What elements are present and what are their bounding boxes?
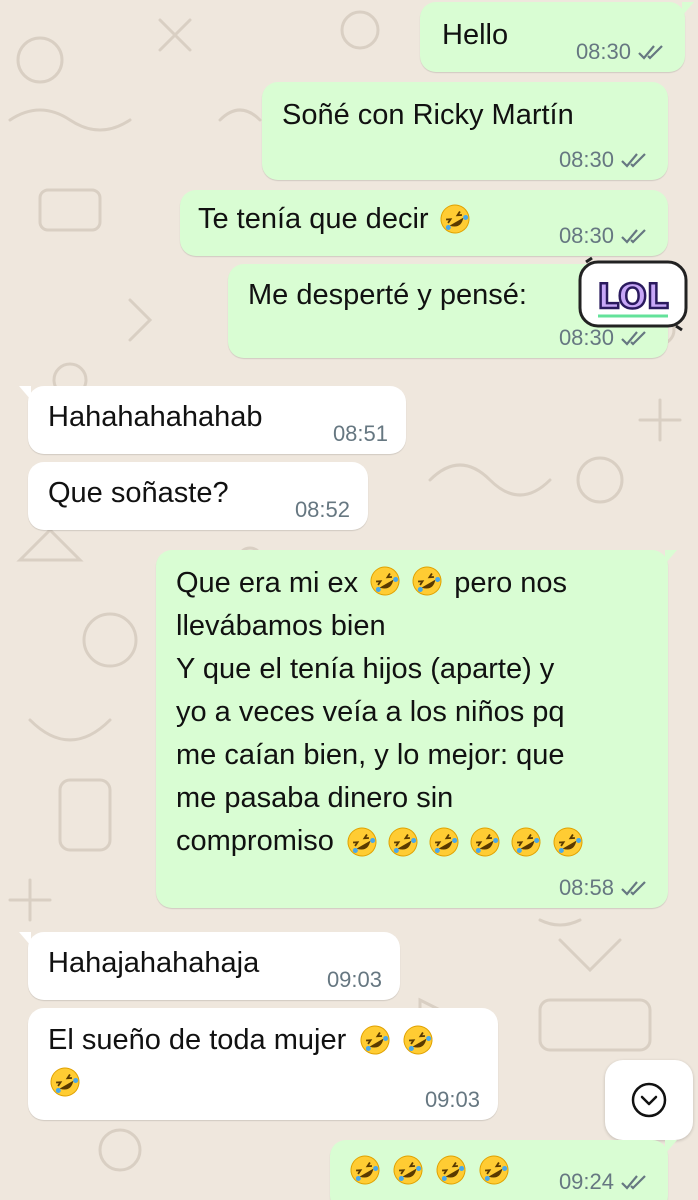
rolling-on-floor-laughing-emoji <box>350 1155 380 1185</box>
message-text: El sueño de toda mujer <box>48 1024 347 1056</box>
message-time: 08:30 <box>558 223 614 248</box>
double-check-icon <box>621 881 646 896</box>
emoji-group <box>348 1154 511 1186</box>
double-check-icon <box>638 45 663 60</box>
message-text: Hello <box>442 19 509 51</box>
double-check-icon <box>621 1175 646 1190</box>
message-bubble-outgoing[interactable]: Te tenía que decir 08:30 <box>180 190 668 256</box>
message-text: Soñé con Ricky Martín <box>282 99 574 131</box>
message-meta: 08:30 <box>576 38 667 66</box>
message-bubble-incoming[interactable]: El sueño de toda mujer 09:03 <box>28 1008 498 1120</box>
message-text: Hahahahahahab <box>48 401 263 433</box>
message-bubble-incoming[interactable]: Que soñaste? 08:52 <box>28 462 368 530</box>
message-time: 09:03 <box>424 1087 480 1112</box>
rolling-on-floor-laughing-emoji <box>412 566 442 596</box>
message-line: Que era mi ex pero nos <box>176 562 585 605</box>
message-text-block: Que era mi ex pero nos llevábamos bien Y… <box>176 562 585 863</box>
message-line: compromiso <box>176 820 585 863</box>
message-text: Me desperté y pensé: <box>248 279 527 311</box>
rolling-on-floor-laughing-emoji <box>436 1155 466 1185</box>
rolling-on-floor-laughing-emoji <box>479 1155 509 1185</box>
message-line: llevábamos bien <box>176 610 386 642</box>
rolling-on-floor-laughing-emoji <box>429 827 459 856</box>
message-bubble-outgoing[interactable]: 09:24 <box>330 1140 677 1200</box>
message-bubble-incoming[interactable]: Hahahahahahab 08:51 <box>19 386 406 454</box>
emoji-group <box>368 562 444 605</box>
double-check-icon <box>621 153 646 168</box>
emoji-group <box>346 826 585 858</box>
lol-sticker: LOL <box>578 256 688 332</box>
message-meta: 08:30 <box>559 146 650 174</box>
rolling-on-floor-laughing-emoji <box>553 827 583 856</box>
message-bubble-outgoing[interactable]: Hello 08:30 <box>420 2 694 72</box>
message-text: compromiso <box>176 825 334 857</box>
message-time: 08:58 <box>558 875 614 900</box>
message-meta: 09:03 <box>425 1086 480 1114</box>
message-line: Y que el tenía hijos (aparte) y <box>176 653 555 685</box>
message-line: me caían bien, y lo mejor: que <box>176 739 565 771</box>
message-time: 08:30 <box>558 147 614 172</box>
rolling-on-floor-laughing-emoji <box>360 1025 390 1055</box>
message-text-row: Te tenía que decir <box>198 198 472 240</box>
double-check-icon <box>621 229 646 244</box>
emoji-group <box>358 1024 435 1056</box>
message-text: Te tenía que decir <box>198 203 429 235</box>
message-text: Que soñaste? <box>48 477 229 509</box>
message-meta: 08:52 <box>295 496 350 524</box>
rolling-on-floor-laughing-emoji <box>403 1025 433 1055</box>
message-time: 08:30 <box>575 39 631 64</box>
message-line <box>48 1062 435 1106</box>
rolling-on-floor-laughing-emoji <box>440 204 470 234</box>
chevron-down-icon <box>631 1082 667 1118</box>
message-meta: 08:30 <box>559 222 650 250</box>
rolling-on-floor-laughing-emoji <box>50 1067 80 1097</box>
message-line: El sueño de toda mujer <box>48 1018 435 1062</box>
rolling-on-floor-laughing-emoji <box>388 827 418 856</box>
message-time: 09:24 <box>558 1169 614 1194</box>
message-time: 08:51 <box>332 421 388 446</box>
message-text: Hahajahahahaja <box>48 947 260 979</box>
message-meta: 08:51 <box>333 420 388 448</box>
message-bubble-outgoing[interactable]: Soñé con Ricky Martín 08:30 <box>262 82 668 180</box>
message-bubble-outgoing[interactable]: Que era mi ex pero nos llevábamos bien Y… <box>156 550 677 908</box>
message-meta: 08:58 <box>559 874 650 902</box>
message-line: me pasaba dinero sin <box>176 782 454 814</box>
scroll-to-bottom-button[interactable] <box>605 1060 693 1140</box>
rolling-on-floor-laughing-emoji <box>470 827 500 856</box>
message-text: Que era mi ex <box>176 567 359 599</box>
message-line: yo a veces veía a los niños pq <box>176 696 565 728</box>
rolling-on-floor-laughing-emoji <box>511 827 541 856</box>
rolling-on-floor-laughing-emoji <box>347 827 377 856</box>
message-time: 09:03 <box>326 967 382 992</box>
message-meta: 09:03 <box>327 966 382 994</box>
message-text-block: El sueño de toda mujer <box>48 1018 435 1106</box>
message-text: pero nos <box>454 567 568 599</box>
message-meta: 09:24 <box>559 1168 650 1196</box>
message-time: 08:52 <box>294 497 350 522</box>
sticker-text: LOL <box>597 277 668 317</box>
rolling-on-floor-laughing-emoji <box>370 566 400 596</box>
message-bubble-incoming[interactable]: Hahajahahahaja 09:03 <box>19 932 400 1000</box>
rolling-on-floor-laughing-emoji <box>393 1155 423 1185</box>
